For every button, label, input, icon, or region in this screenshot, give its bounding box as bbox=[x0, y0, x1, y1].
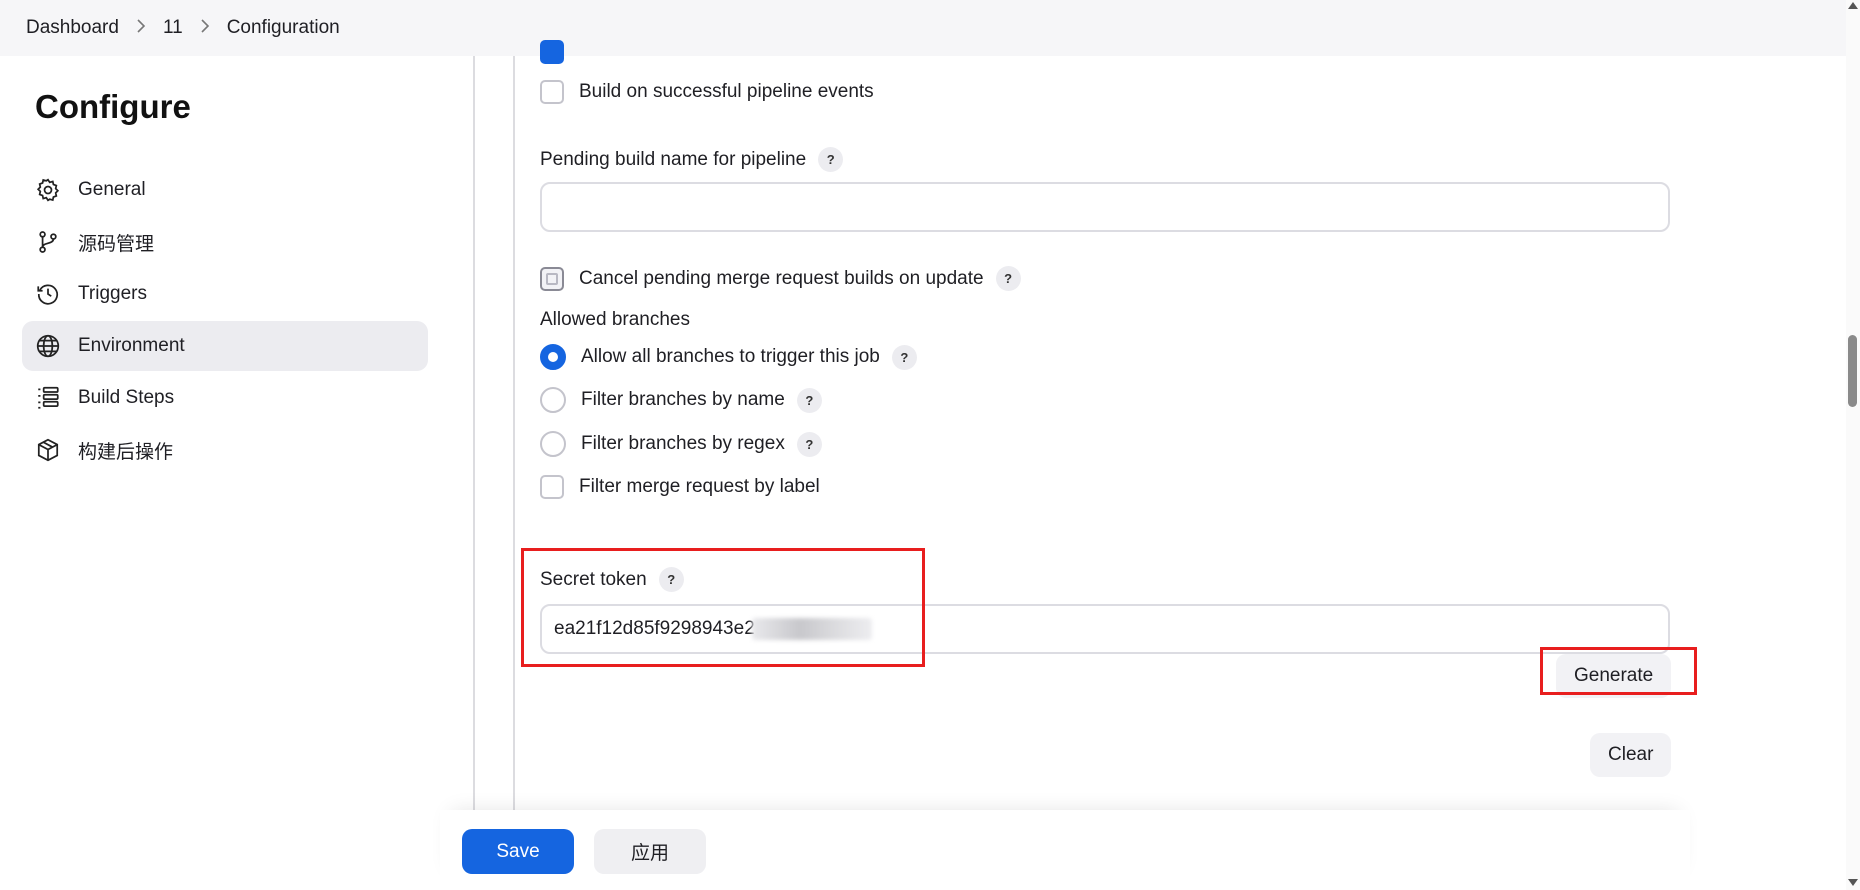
secret-token-input[interactable] bbox=[540, 604, 1670, 654]
filter-regex-radio[interactable] bbox=[540, 431, 566, 457]
save-button[interactable]: Save bbox=[462, 829, 574, 874]
pending-build-label-row: Pending build name for pipeline ? bbox=[540, 147, 844, 172]
sidebar-item-source[interactable]: 源码管理 bbox=[22, 217, 428, 267]
pending-build-input[interactable] bbox=[540, 182, 1670, 232]
sidebar-item-label: Build Steps bbox=[78, 387, 175, 408]
sidebar-nav: General 源码管理 Triggers Environment Build … bbox=[22, 165, 428, 477]
filter-label-checkbox[interactable] bbox=[540, 475, 564, 499]
all-branches-label: Allow all branches to trigger this job bbox=[581, 346, 880, 367]
successful-pipeline-label: Build on successful pipeline events bbox=[579, 81, 874, 102]
filter-label-label: Filter merge request by label bbox=[579, 476, 820, 497]
sidebar-item-post-build[interactable]: 构建后操作 bbox=[22, 425, 428, 475]
secret-token-field bbox=[540, 604, 1670, 654]
filter-name-radio[interactable] bbox=[540, 387, 566, 413]
successful-pipeline-checkbox[interactable] bbox=[540, 80, 564, 104]
pending-build-label: Pending build name for pipeline bbox=[540, 148, 807, 170]
scrollbar[interactable] bbox=[1846, 0, 1860, 890]
scroll-up-arrow-icon[interactable] bbox=[1848, 2, 1858, 9]
breadcrumb-job[interactable]: 11 bbox=[163, 17, 183, 39]
checkbox-row-filter-label: Filter merge request by label bbox=[540, 475, 820, 499]
sidebar-item-label: Triggers bbox=[78, 283, 147, 304]
sidebar-item-label: 构建后操作 bbox=[78, 441, 174, 463]
help-icon[interactable]: ? bbox=[995, 266, 1021, 291]
generate-button[interactable]: Generate bbox=[1556, 654, 1672, 698]
cancel-pending-label: Cancel pending merge request builds on u… bbox=[579, 267, 984, 289]
checkbox-row-clipped bbox=[540, 40, 579, 64]
gear-icon bbox=[35, 177, 61, 203]
sidebar-item-build-steps[interactable]: Build Steps bbox=[22, 373, 428, 423]
help-icon[interactable]: ? bbox=[658, 567, 684, 592]
breadcrumb-dashboard[interactable]: Dashboard bbox=[26, 17, 119, 39]
secret-token-label: Secret token bbox=[540, 568, 647, 590]
radio-row-filter-name: Filter branches by name ? bbox=[540, 387, 822, 413]
help-icon[interactable]: ? bbox=[818, 147, 844, 172]
breadcrumb-configuration[interactable]: Configuration bbox=[227, 17, 340, 39]
cancel-pending-checkbox[interactable] bbox=[540, 266, 564, 291]
clock-icon bbox=[35, 281, 61, 307]
section-divider bbox=[513, 56, 515, 816]
branch-icon bbox=[35, 229, 61, 255]
allowed-branches-label: Allowed branches bbox=[540, 309, 690, 330]
sidebar-item-environment[interactable]: Environment bbox=[22, 321, 428, 371]
redacted-overlay bbox=[752, 618, 872, 640]
scroll-down-arrow-icon[interactable] bbox=[1848, 879, 1858, 886]
sidebar-item-triggers[interactable]: Triggers bbox=[22, 269, 428, 319]
chevron-right-icon bbox=[200, 18, 210, 38]
help-icon[interactable]: ? bbox=[796, 387, 822, 413]
radio-row-filter-regex: Filter branches by regex ? bbox=[540, 431, 822, 457]
apply-button[interactable]: 应用 bbox=[594, 829, 706, 874]
checkbox-row-successful-pipeline: Build on successful pipeline events bbox=[540, 80, 874, 104]
checkbox-row-cancel-pending: Cancel pending merge request builds on u… bbox=[540, 266, 1021, 291]
allowed-branches-row: Allowed branches bbox=[540, 309, 690, 331]
filter-name-label: Filter branches by name bbox=[581, 389, 785, 410]
radio-row-all-branches: Allow all branches to trigger this job ? bbox=[540, 344, 917, 370]
environment-form: Build on successful pipeline events Pend… bbox=[540, 0, 1672, 810]
section-divider bbox=[473, 56, 475, 816]
chevron-right-icon bbox=[136, 18, 146, 38]
scrollbar-thumb[interactable] bbox=[1848, 335, 1857, 407]
list-icon bbox=[35, 385, 61, 411]
sidebar-item-label: 源码管理 bbox=[78, 233, 155, 255]
help-icon[interactable]: ? bbox=[796, 431, 822, 457]
package-icon bbox=[35, 437, 61, 463]
secret-token-label-row: Secret token ? bbox=[540, 567, 684, 592]
sidebar-item-label: Environment bbox=[78, 335, 185, 356]
help-icon[interactable]: ? bbox=[891, 344, 917, 370]
sidebar-item-label: General bbox=[78, 179, 146, 200]
clipped-checkbox[interactable] bbox=[540, 40, 564, 64]
sidebar-item-general[interactable]: General bbox=[22, 165, 428, 215]
all-branches-radio[interactable] bbox=[540, 344, 566, 370]
globe-icon bbox=[35, 333, 61, 359]
page-title: Configure bbox=[35, 88, 191, 125]
filter-regex-label: Filter branches by regex bbox=[581, 433, 785, 454]
clear-button[interactable]: Clear bbox=[1590, 733, 1672, 777]
